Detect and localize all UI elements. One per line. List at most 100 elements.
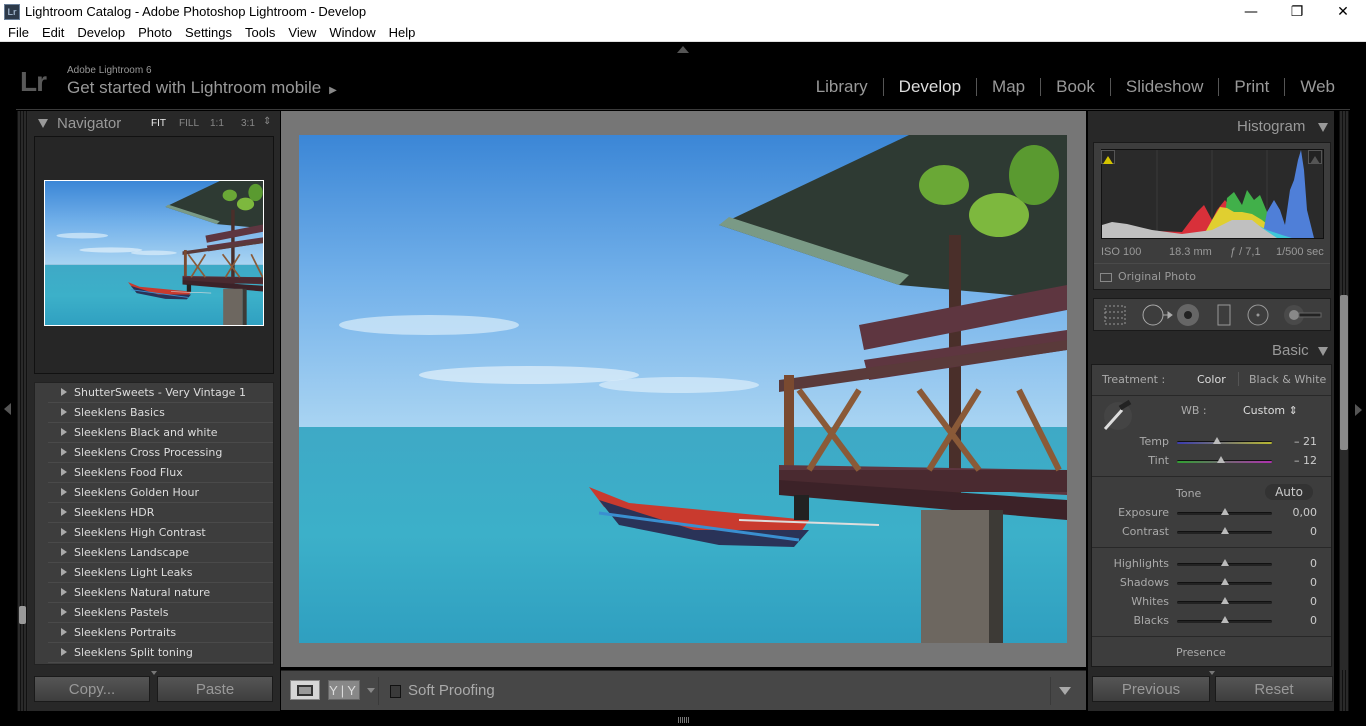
expand-triangle-icon[interactable] <box>61 468 67 476</box>
mobile-link-text[interactable]: Get started with Lightroom mobile <box>67 78 321 97</box>
menu-window[interactable]: Window <box>324 25 380 40</box>
menu-file[interactable]: File <box>3 25 34 40</box>
whites-slider-thumb[interactable] <box>1220 597 1229 604</box>
preset-folder[interactable]: Sleeklens HDR <box>48 503 273 523</box>
loupe-view-button[interactable] <box>290 680 320 700</box>
exposure-value[interactable]: 0,00 <box>1277 506 1318 519</box>
red-eye-icon[interactable] <box>1177 304 1199 326</box>
adjustment-brush-icon[interactable] <box>1284 305 1322 325</box>
radial-filter-icon[interactable] <box>1247 304 1269 326</box>
close-button[interactable]: ✕ <box>1320 0 1366 23</box>
zoom-stepper-icon[interactable]: ⇕ <box>263 116 271 127</box>
reset-button[interactable]: Reset <box>1215 676 1333 702</box>
preset-folder[interactable]: Sleeklens Golden Hour <box>48 483 273 503</box>
treatment-color[interactable]: Color <box>1197 373 1226 386</box>
menu-edit[interactable]: Edit <box>37 25 69 40</box>
exposure-slider-thumb[interactable] <box>1220 508 1229 515</box>
expand-triangle-icon[interactable] <box>61 508 67 516</box>
expand-triangle-icon[interactable] <box>61 588 67 596</box>
collapse-triangle-icon[interactable] <box>38 119 48 128</box>
expand-triangle-icon[interactable] <box>61 548 67 556</box>
menu-develop[interactable]: Develop <box>72 25 130 40</box>
preset-folder[interactable]: Sleeklens Natural nature <box>48 583 273 603</box>
crop-overlay-icon[interactable] <box>1104 305 1126 325</box>
preset-folder[interactable]: Sleeklens Pastels <box>48 603 273 623</box>
original-photo-checkbox[interactable] <box>1100 273 1112 282</box>
contrast-slider-thumb[interactable] <box>1220 527 1229 534</box>
basic-collapse-icon[interactable] <box>1318 347 1328 356</box>
wb-value[interactable]: Custom <box>1243 404 1285 417</box>
graduated-filter-icon[interactable] <box>1217 304 1231 326</box>
blacks-slider-thumb[interactable] <box>1220 616 1229 623</box>
expand-triangle-icon[interactable] <box>61 628 67 636</box>
left-panel-scrollbar[interactable] <box>19 606 26 624</box>
before-after-button[interactable]: Y|Y <box>328 680 360 700</box>
contrast-value[interactable]: 0 <box>1277 525 1317 538</box>
wb-eyedropper-button[interactable] <box>1100 398 1136 434</box>
blacks-value[interactable]: 0 <box>1277 614 1317 627</box>
preset-folder[interactable]: Sleeklens Light Leaks <box>48 563 273 583</box>
copy-button[interactable]: Copy... <box>34 676 150 702</box>
menu-settings[interactable]: Settings <box>180 25 237 40</box>
expand-triangle-icon[interactable] <box>61 428 67 436</box>
histogram-collapse-icon[interactable] <box>1318 123 1328 132</box>
restore-button[interactable]: ❐ <box>1274 0 1320 23</box>
highlights-slider[interactable] <box>1177 559 1272 566</box>
menu-help[interactable]: Help <box>384 25 421 40</box>
temp-slider[interactable] <box>1177 437 1272 444</box>
left-panel-toggle-icon[interactable] <box>4 403 11 415</box>
preset-folder[interactable]: Sleeklens Black and white <box>48 423 273 443</box>
minimize-button[interactable]: — <box>1228 0 1274 23</box>
module-print[interactable]: Print <box>1219 77 1284 97</box>
contrast-slider[interactable] <box>1177 527 1272 534</box>
expand-triangle-icon[interactable] <box>61 388 67 396</box>
preset-folder[interactable]: Sleeklens Portraits <box>48 623 273 643</box>
whites-value[interactable]: 0 <box>1277 595 1317 608</box>
tint-slider-thumb[interactable] <box>1216 456 1225 463</box>
previous-button[interactable]: Previous <box>1092 676 1210 702</box>
shadows-slider-thumb[interactable] <box>1220 578 1229 585</box>
tint-slider[interactable] <box>1177 456 1272 463</box>
menu-view[interactable]: View <box>283 25 321 40</box>
expand-triangle-icon[interactable] <box>61 528 67 536</box>
histogram-graph[interactable] <box>1101 149 1324 239</box>
spot-removal-icon[interactable] <box>1142 304 1173 326</box>
module-slideshow[interactable]: Slideshow <box>1111 77 1219 97</box>
preset-folder[interactable]: Sleeklens High Contrast <box>48 523 273 543</box>
paste-button[interactable]: Paste <box>157 676 273 702</box>
exposure-slider[interactable] <box>1177 508 1272 515</box>
module-library[interactable]: Library <box>801 77 883 97</box>
tint-value[interactable]: – 12 <box>1277 454 1317 467</box>
expand-triangle-icon[interactable] <box>61 568 67 576</box>
presence-label[interactable]: Presence <box>1176 646 1226 659</box>
preset-folder[interactable]: Sleeklens Basics <box>48 403 273 423</box>
expand-triangle-icon[interactable] <box>61 408 67 416</box>
highlights-slider-thumb[interactable] <box>1220 559 1229 566</box>
preset-folder[interactable]: Sleeklens Split toning <box>48 643 273 663</box>
right-panel-toggle-icon[interactable] <box>1355 404 1362 416</box>
histogram-title[interactable]: Histogram <box>1237 118 1305 135</box>
shadows-value[interactable]: 0 <box>1277 576 1317 589</box>
soft-proofing-checkbox[interactable] <box>390 685 401 698</box>
module-web[interactable]: Web <box>1285 77 1350 97</box>
preset-folder[interactable]: ShutterSweets - Very Vintage 1 <box>48 383 273 403</box>
highlight-clipping-button[interactable] <box>1308 150 1322 164</box>
expand-triangle-icon[interactable] <box>61 648 67 656</box>
expand-triangle-icon[interactable] <box>61 608 67 616</box>
zoom-fill[interactable]: FILL <box>179 118 199 129</box>
module-map[interactable]: Map <box>977 77 1040 97</box>
soft-proofing-label[interactable]: Soft Proofing <box>408 682 495 699</box>
preset-folder[interactable]: Sleeklens Landscape <box>48 543 273 563</box>
original-photo-label[interactable]: Original Photo <box>1118 270 1196 283</box>
zoom-3-1[interactable]: 3:1 <box>241 118 255 129</box>
right-panel-scrollbar[interactable] <box>1340 295 1348 450</box>
shadows-slider[interactable] <box>1177 578 1272 585</box>
menu-tools[interactable]: Tools <box>240 25 280 40</box>
filmstrip-toggle-icon[interactable] <box>678 717 690 723</box>
basic-title[interactable]: Basic <box>1272 342 1309 359</box>
before-after-dropdown-icon[interactable] <box>367 688 375 693</box>
temp-slider-thumb[interactable] <box>1212 437 1221 444</box>
toolbar-content-menu-icon[interactable] <box>1059 687 1071 695</box>
preset-folder[interactable]: Sleeklens Cross Processing <box>48 443 273 463</box>
auto-tone-button[interactable]: Auto <box>1265 484 1313 500</box>
